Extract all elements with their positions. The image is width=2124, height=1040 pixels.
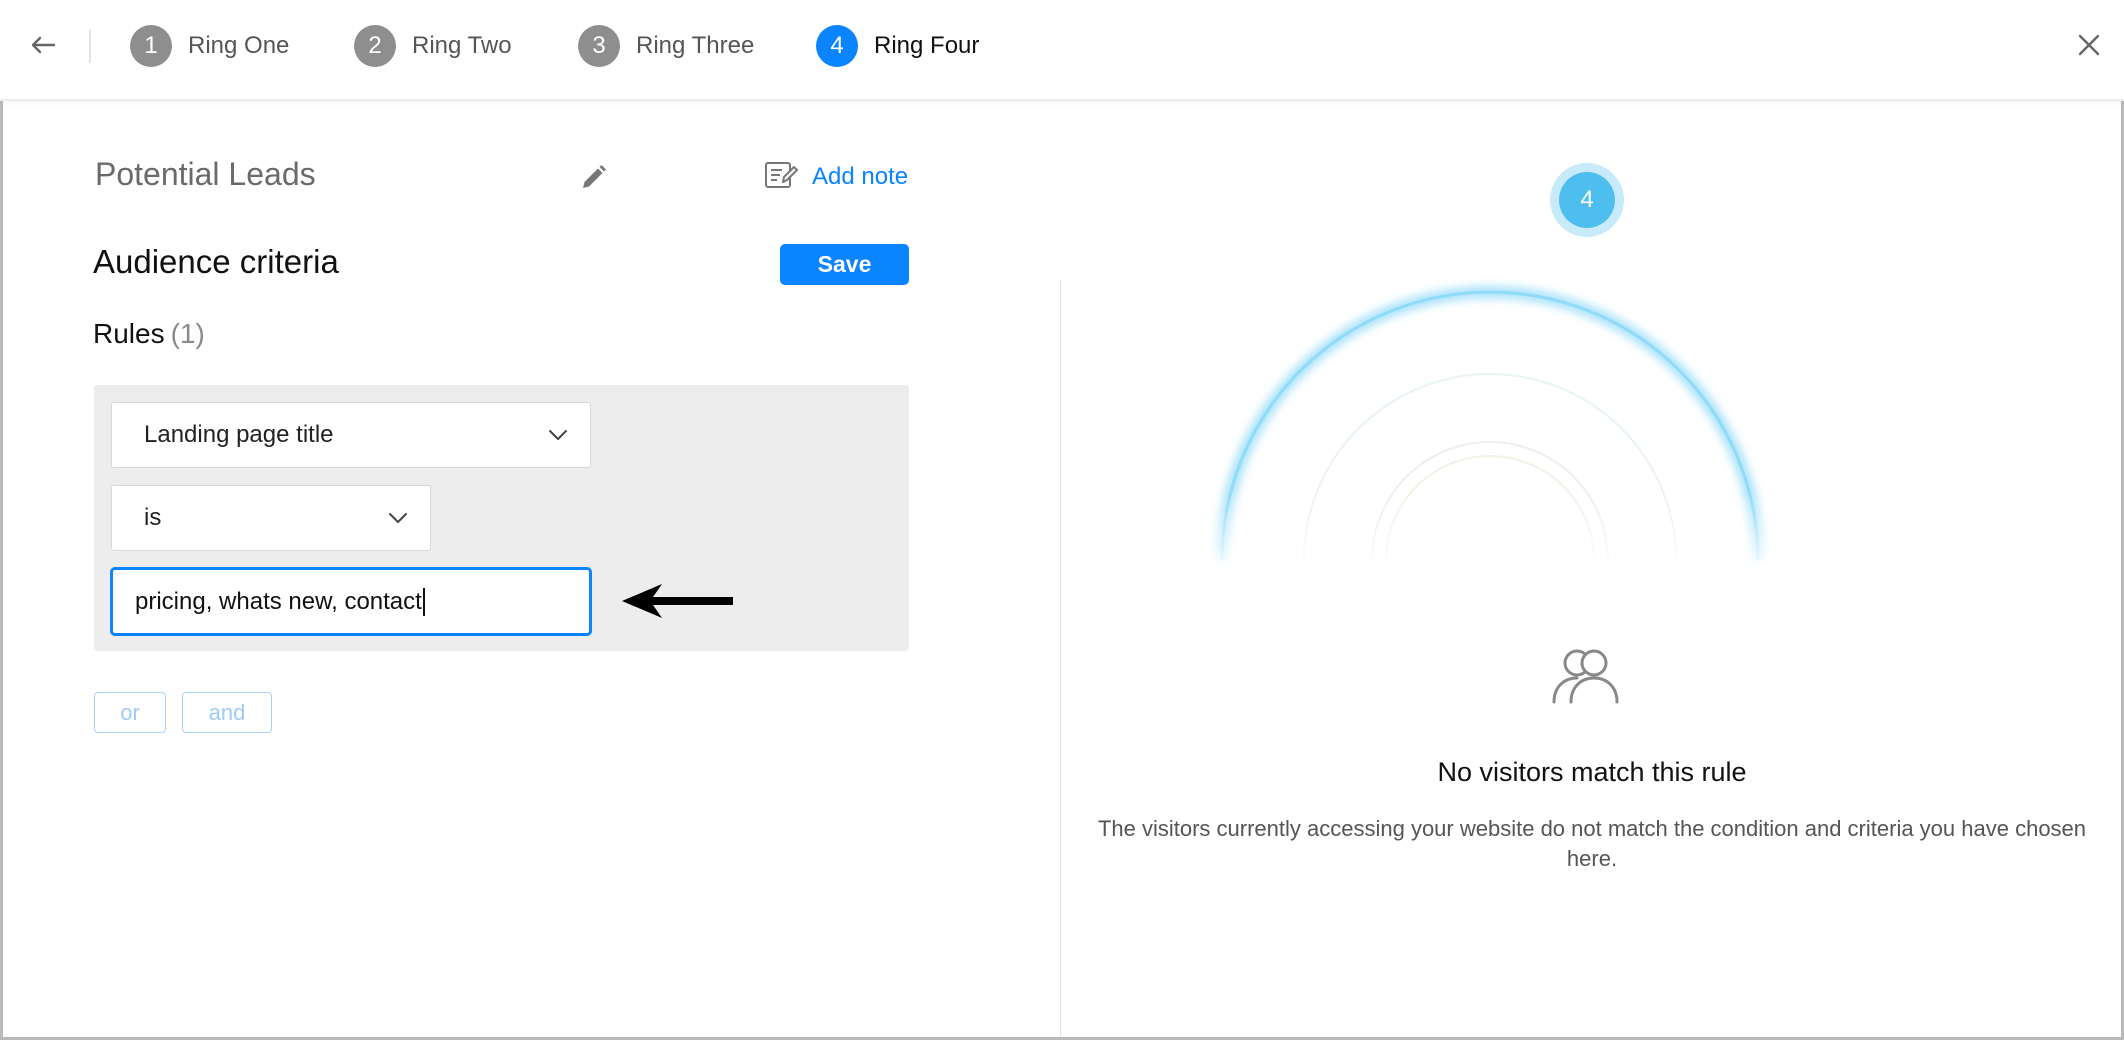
back-button[interactable] xyxy=(24,26,62,64)
empty-state-title: No visitors match this rule xyxy=(1437,757,1747,787)
step-ring-four[interactable]: 4 Ring Four xyxy=(816,23,979,69)
step-label: Ring One xyxy=(188,32,290,59)
ring-bottom-fade xyxy=(1200,140,1780,580)
chevron-down-icon xyxy=(389,513,407,523)
rules-heading: Rules (1) xyxy=(93,318,205,350)
step-label: Ring Four xyxy=(874,32,980,59)
back-arrow-icon xyxy=(31,36,56,54)
or-button[interactable]: or xyxy=(94,692,166,733)
step-label: Ring Two xyxy=(412,32,512,59)
rules-label: Rules xyxy=(93,318,165,349)
rule-value-text: pricing, whats new, contact xyxy=(135,587,422,615)
users-icon xyxy=(1552,649,1619,704)
step-number: 1 xyxy=(130,25,172,67)
topbar-separator xyxy=(89,29,91,63)
step-ring-three[interactable]: 3 Ring Three xyxy=(578,23,754,69)
rule-operator-value: is xyxy=(144,504,162,531)
panel-divider xyxy=(1060,280,1061,1037)
rule-field-value: Landing page title xyxy=(144,421,334,448)
rule-value-input[interactable]: pricing, whats new, contact xyxy=(110,567,592,636)
step-ring-two[interactable]: 2 Ring Two xyxy=(354,23,512,69)
step-ring-one[interactable]: 1 Ring One xyxy=(130,23,289,69)
rule-field-select[interactable]: Landing page title xyxy=(111,402,591,468)
save-button[interactable]: Save xyxy=(780,244,909,285)
and-button[interactable]: and xyxy=(182,692,272,733)
close-icon xyxy=(2078,34,2100,56)
text-caret xyxy=(422,587,425,616)
top-bar: 1 Ring One 2 Ring Two 3 Ring Three 4 Rin… xyxy=(0,0,2124,101)
rule-operator-select[interactable]: is xyxy=(111,485,431,551)
step-number: 4 xyxy=(816,25,858,67)
step-number: 3 xyxy=(578,25,620,67)
step-number: 2 xyxy=(354,25,396,67)
rules-count: (1) xyxy=(170,318,205,349)
audience-criteria-title: Audience criteria xyxy=(93,243,339,280)
ring-number: 4 xyxy=(1559,172,1615,228)
left-arrow-indicator-icon xyxy=(622,584,733,618)
rings-visualization xyxy=(1200,140,1780,580)
note-icon[interactable] xyxy=(764,160,798,190)
close-button[interactable] xyxy=(2070,26,2108,64)
segment-title: Potential Leads xyxy=(95,156,316,192)
pencil-icon[interactable] xyxy=(577,162,609,194)
chevron-down-icon xyxy=(549,430,567,440)
empty-state-description: The visitors currently accessing your we… xyxy=(1097,816,2087,871)
add-note-link[interactable]: Add note xyxy=(812,163,908,191)
step-label: Ring Three xyxy=(636,32,755,59)
ring-number-badge: 4 xyxy=(1550,163,1624,237)
